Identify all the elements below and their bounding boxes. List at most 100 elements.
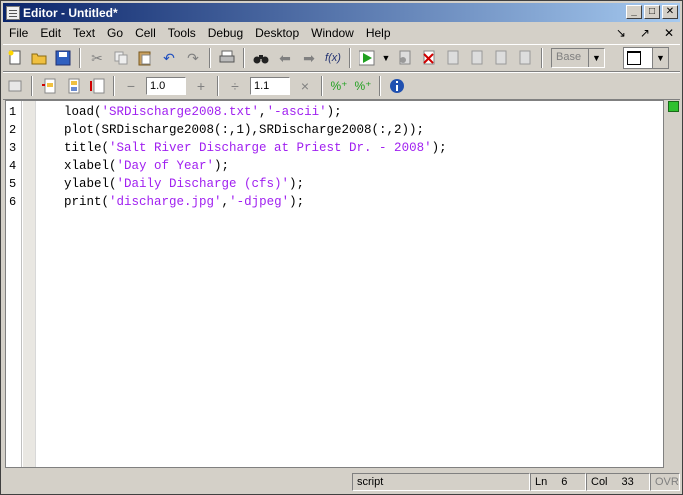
window-layout-icon xyxy=(627,51,641,65)
code-line[interactable]: ylabel('Daily Discharge (cfs)'); xyxy=(64,175,659,193)
stack-select[interactable]: Base ▼ xyxy=(551,48,605,68)
evaluate-file-icon[interactable] xyxy=(86,75,108,97)
window-layout-select[interactable]: ▼ xyxy=(623,47,669,69)
code-area[interactable]: load('SRDischarge2008.txt','-ascii'); pl… xyxy=(64,103,659,211)
find-binoculars-icon[interactable] xyxy=(250,47,272,69)
window-title: Editor - Untitled* xyxy=(23,5,118,20)
maximize-button[interactable]: □ xyxy=(644,5,660,19)
toolbar-separator xyxy=(541,48,543,68)
editor-window: Editor - Untitled* _ □ ✕ File Edit Text … xyxy=(0,0,683,495)
go-back-icon[interactable]: ⬅ xyxy=(274,47,296,69)
exit-debug-icon[interactable] xyxy=(514,47,536,69)
undock-icon[interactable]: ↘ xyxy=(616,26,626,40)
menu-tools[interactable]: Tools xyxy=(162,26,202,40)
multiply-button[interactable]: × xyxy=(294,75,316,97)
code-editor[interactable]: 1 2 3 4 5 6 load('SRDischarge2008.txt','… xyxy=(5,100,664,468)
editor-app-icon xyxy=(6,5,20,20)
minimize-button[interactable]: _ xyxy=(626,5,642,19)
line-number-gutter: 1 2 3 4 5 6 xyxy=(6,101,22,467)
main-toolbar: ✂ ↶ ↷ ⬅ ➡ f(x) ▼ Base ▼ ▼ xyxy=(3,44,680,72)
save-icon[interactable] xyxy=(52,47,74,69)
step-in-icon[interactable] xyxy=(466,47,488,69)
info-icon[interactable] xyxy=(386,75,408,97)
go-forward-icon[interactable]: ➡ xyxy=(298,47,320,69)
copy-icon[interactable] xyxy=(110,47,132,69)
increment-button[interactable]: + xyxy=(190,75,212,97)
menu-file[interactable]: File xyxy=(3,26,34,40)
insert-cell-divider-icon[interactable]: %⁺ xyxy=(328,75,350,97)
stack-select-value: Base xyxy=(556,51,582,63)
evaluate-advance-icon[interactable] xyxy=(62,75,84,97)
status-mode: script xyxy=(352,473,530,491)
divide-button[interactable]: ÷ xyxy=(224,75,246,97)
cut-icon[interactable]: ✂ xyxy=(86,47,108,69)
line-number: 6 xyxy=(9,195,17,209)
undo-icon[interactable]: ↶ xyxy=(158,47,180,69)
menu-cell[interactable]: Cell xyxy=(129,26,162,40)
menu-bar: File Edit Text Go Cell Tools Debug Deskt… xyxy=(3,23,680,43)
decrement-button[interactable]: − xyxy=(120,75,142,97)
ln-label: Ln xyxy=(535,476,548,488)
dock-icon[interactable]: ↗ xyxy=(640,26,650,40)
mlint-status-indicator[interactable] xyxy=(668,101,679,112)
code-line[interactable]: print('discharge.jpg','-djpeg'); xyxy=(64,193,659,211)
multiply-value-input[interactable] xyxy=(250,77,290,95)
open-folder-icon[interactable] xyxy=(28,47,50,69)
status-column: Col 33 xyxy=(586,473,650,491)
col-label: Col xyxy=(591,476,608,488)
cell-divider-icon[interactable]: %⁺ xyxy=(352,75,374,97)
code-line[interactable]: xlabel('Day of Year'); xyxy=(64,157,659,175)
status-bar: script Ln 6 Col 33 OVR xyxy=(3,472,680,492)
step-icon[interactable] xyxy=(442,47,464,69)
step-out-icon[interactable] xyxy=(490,47,512,69)
code-line[interactable]: load('SRDischarge2008.txt','-ascii'); xyxy=(64,103,659,121)
run-icon[interactable] xyxy=(356,47,378,69)
line-number: 3 xyxy=(9,141,17,155)
function-fx-icon[interactable]: f(x) xyxy=(322,47,344,69)
toolbar-separator xyxy=(217,76,219,96)
chevron-down-icon: ▼ xyxy=(652,48,668,68)
close-document-icon[interactable]: ✕ xyxy=(664,26,674,40)
evaluate-cell-icon[interactable] xyxy=(38,75,60,97)
print-icon[interactable] xyxy=(216,47,238,69)
close-button[interactable]: ✕ xyxy=(662,5,678,19)
toolbar-separator xyxy=(79,48,81,68)
col-value: 33 xyxy=(621,476,634,488)
status-line: Ln 6 xyxy=(530,473,586,491)
code-line[interactable]: plot(SRDischarge2008(:,1),SRDischarge200… xyxy=(64,121,659,139)
cell-toolbar: − + ÷ × %⁺ %⁺ xyxy=(3,72,680,100)
paste-icon[interactable] xyxy=(134,47,156,69)
decrement-value-input[interactable] xyxy=(146,77,186,95)
line-number: 4 xyxy=(9,159,17,173)
menu-go[interactable]: Go xyxy=(101,26,129,40)
set-breakpoint-icon[interactable] xyxy=(394,47,416,69)
message-bar xyxy=(665,100,680,468)
status-ovr: OVR xyxy=(650,473,680,491)
cell-mode-icon[interactable] xyxy=(4,75,26,97)
menu-edit[interactable]: Edit xyxy=(34,26,67,40)
menu-text[interactable]: Text xyxy=(67,26,101,40)
menu-window[interactable]: Window xyxy=(305,26,360,40)
line-number: 5 xyxy=(9,177,17,191)
menu-help[interactable]: Help xyxy=(360,26,397,40)
menu-debug[interactable]: Debug xyxy=(202,26,249,40)
line-number: 2 xyxy=(9,123,17,137)
status-message xyxy=(3,473,352,491)
toolbar-separator xyxy=(321,76,323,96)
ln-value: 6 xyxy=(561,476,568,488)
toolbar-separator xyxy=(209,48,211,68)
toolbar-separator xyxy=(113,76,115,96)
line-number: 1 xyxy=(9,105,17,119)
run-dropdown-icon[interactable]: ▼ xyxy=(380,47,392,69)
new-file-icon[interactable] xyxy=(4,47,26,69)
toolbar-separator xyxy=(349,48,351,68)
code-line[interactable]: title('Salt River Discharge at Priest Dr… xyxy=(64,139,659,157)
toolbar-separator xyxy=(243,48,245,68)
toolbar-separator xyxy=(379,76,381,96)
clear-breakpoints-icon[interactable] xyxy=(418,47,440,69)
chevron-down-icon: ▼ xyxy=(588,49,604,67)
redo-icon[interactable]: ↷ xyxy=(182,47,204,69)
title-bar[interactable]: Editor - Untitled* _ □ ✕ xyxy=(3,3,680,22)
menu-desktop[interactable]: Desktop xyxy=(249,26,305,40)
breakpoint-column[interactable] xyxy=(23,101,36,467)
